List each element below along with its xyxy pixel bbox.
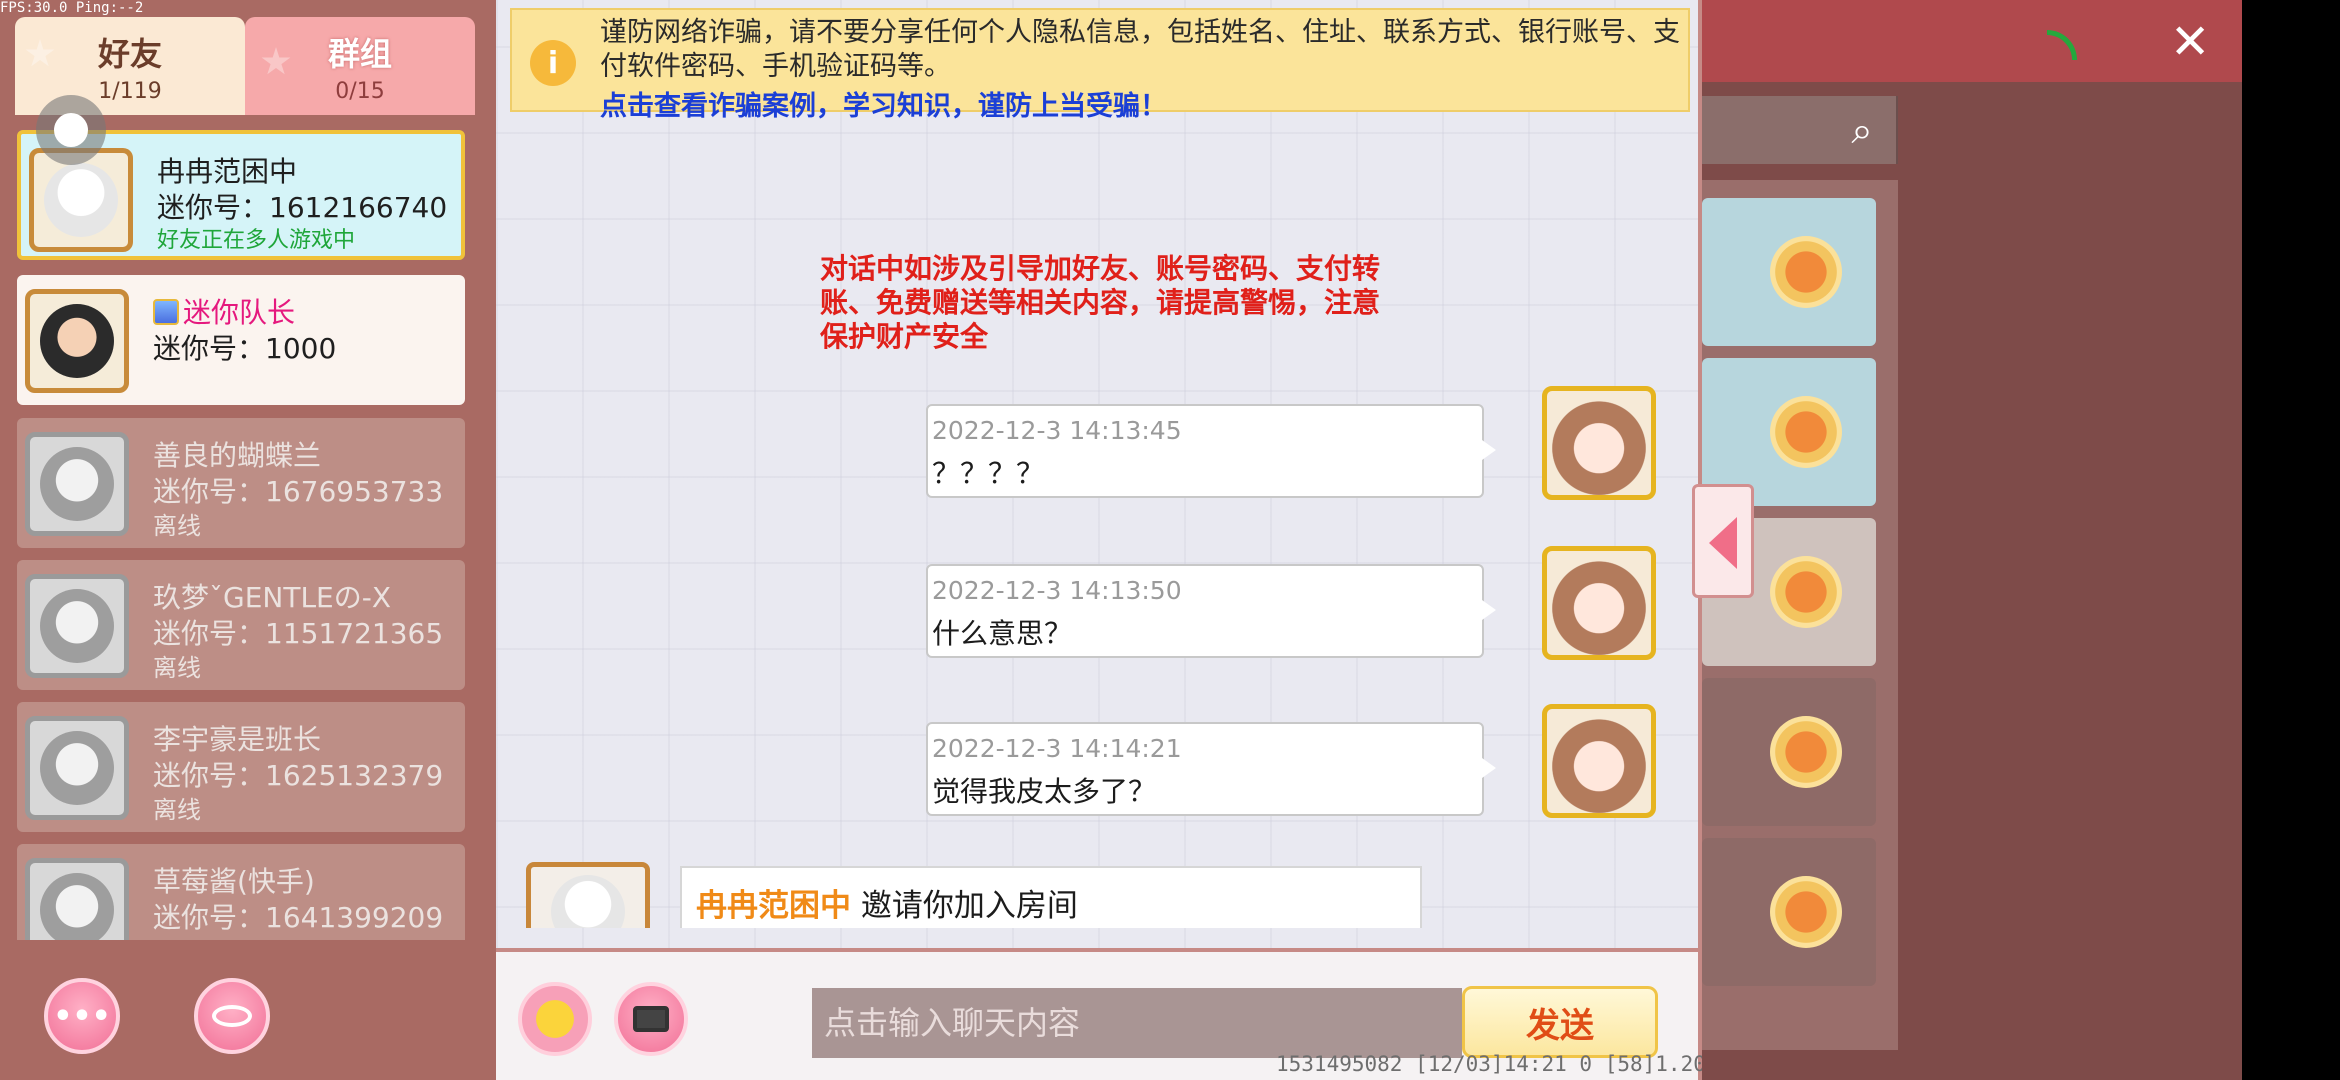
avatar [25,574,129,678]
chat-icon[interactable] [1770,556,1842,628]
tab-friends[interactable]: 好友 1/119 [15,17,245,115]
background-panel: ✕ ⌕ [1692,0,2242,1080]
floating-drag-handle[interactable] [36,95,106,165]
avatar [25,858,129,940]
self-avatar[interactable] [1542,386,1656,500]
inviter-avatar[interactable] [526,862,650,928]
friend-name: 玖梦ˇGENTLEの-X [153,581,392,614]
message-text: 什么意思？ [932,617,1073,650]
friend-name: 李宇豪是班长 [153,723,322,756]
chat-icon[interactable] [1770,396,1842,468]
chat-icon[interactable] [1770,716,1842,788]
chat-input[interactable] [812,988,1462,1058]
message-time: 2022-12-3 14:13:50 [932,576,1182,605]
message-text: ？？？？ [932,457,1045,490]
friend-name: 草莓酱(快手) [153,865,315,898]
collapse-arrow-button[interactable] [1692,484,1754,598]
friend-name: 迷你队长 [153,291,295,331]
invite-message: 邀请你加入房间 [851,888,1078,924]
message-bubble: 2022-12-3 14:14:21 觉得我皮太多了？ [926,722,1496,816]
friend-card[interactable]: 李宇豪是班长 迷你号：1625132379 离线 [17,702,465,832]
friend-name: 善良的蝴蝶兰 [153,439,322,472]
message-time: 2022-12-3 14:14:21 [932,734,1182,763]
debug-info: 1531495082 [12/03]14:21 0 [58]1.20.10 [1276,1052,1744,1076]
fraud-notice: i 谨防网络诈骗，请不要分享任何个人隐私信息，包括姓名、住址、联系方式、银行账号… [510,8,1690,122]
message-bubble: 2022-12-3 14:13:45 ？？？？ [926,404,1496,498]
friend-card[interactable]: 草莓酱(快手) 迷你号：1641399209 [17,844,465,940]
emoji-button[interactable] [518,982,592,1056]
friend-status: 离线 [153,796,201,824]
list-item[interactable] [1702,678,1876,826]
chat-panel: i 谨防网络诈骗，请不要分享任何个人隐私信息，包括姓名、住址、联系方式、银行账号… [492,0,1744,1080]
friend-card[interactable]: 善良的蝴蝶兰 迷你号：1676953733 离线 [17,418,465,548]
chat-icon[interactable] [1770,876,1842,948]
tab-groups[interactable]: 群组 0/15 [245,17,475,115]
message-text: 觉得我皮太多了？ [932,775,1157,808]
keyboard-button[interactable] [614,982,688,1056]
fraud-case-link[interactable]: 点击查看诈骗案例，学习知识，谨防上当受骗！ [600,84,1167,123]
safety-warning: 对话中如涉及引导加好友、账号密码、支付转账、免费赠送等相关内容，请提高警惕，注意… [820,252,1381,353]
avatar [25,289,129,393]
friend-id: 迷你号：1641399209 [153,901,444,934]
notice-text: 谨防网络诈骗，请不要分享任何个人隐私信息，包括姓名、住址、联系方式、银行账号、支… [600,17,1680,82]
chat-icon[interactable] [1770,236,1842,308]
search-icon[interactable]: ⌕ [1828,96,1896,164]
friend-status: 离线 [153,512,201,540]
tab-groups-label: 群组 [327,34,392,73]
star-decoration-icon [25,39,55,67]
self-avatar[interactable] [1542,704,1656,818]
friends-panel: 好友 1/119 群组 0/15 冉冉范困中 迷你号：1612166740 好友… [0,0,492,1080]
self-avatar[interactable] [1542,546,1656,660]
friend-id: 迷你号：1625132379 [153,759,444,792]
eye-button[interactable] [194,978,270,1054]
avatar [25,432,129,536]
star-decoration-icon [261,47,291,75]
list-item[interactable] [1702,838,1876,986]
tab-friends-label: 好友 [97,34,162,73]
room-invite-card[interactable]: 冉冉范困中 邀请你加入房间 [680,866,1422,928]
close-icon[interactable]: ✕ [2170,14,2210,70]
avatar [25,716,129,820]
side-list [1702,180,1898,1050]
friend-id: 迷你号：1676953733 [153,475,444,508]
friend-id: 迷你号：1151721365 [153,617,444,650]
right-header: ✕ [1702,0,2242,82]
friend-card[interactable]: 玖梦ˇGENTLEの-X 迷你号：1151721365 离线 [17,560,465,690]
inviter-name: 冉冉范困中 [696,888,851,924]
eye-icon [212,1005,252,1027]
info-icon: i [530,40,576,86]
tab-groups-count: 0/15 [335,78,385,104]
message-bubble: 2022-12-3 14:13:50 什么意思？ [926,564,1496,658]
avatar [29,148,133,252]
friend-list[interactable]: 冉冉范困中 迷你号：1612166740 好友正在多人游戏中 迷你队长 迷你号：… [15,130,475,940]
list-item[interactable] [1702,198,1876,346]
friend-id: 迷你号：1000 [153,332,337,365]
more-button[interactable]: ••• [44,978,120,1054]
message-time: 2022-12-3 14:13:45 [932,416,1182,445]
screen-edge [2242,0,2340,1080]
vip-badge-icon [153,299,179,325]
friend-name: 冉冉范困中 [157,155,298,188]
friend-status: 好友正在多人游戏中 [157,228,356,253]
signal-icon [2047,30,2077,60]
tab-friends-count: 1/119 [98,78,162,104]
search-input[interactable]: ⌕ [1702,96,1898,164]
send-button[interactable]: 发送 [1462,986,1658,1058]
friend-status: 离线 [153,654,201,682]
friend-id: 迷你号：1612166740 [157,191,448,224]
friend-card[interactable]: 迷你队长 迷你号：1000 [17,275,465,405]
keyboard-icon [633,1006,669,1032]
fps-counter: FPS:30.0 Ping:--2 [0,0,144,16]
